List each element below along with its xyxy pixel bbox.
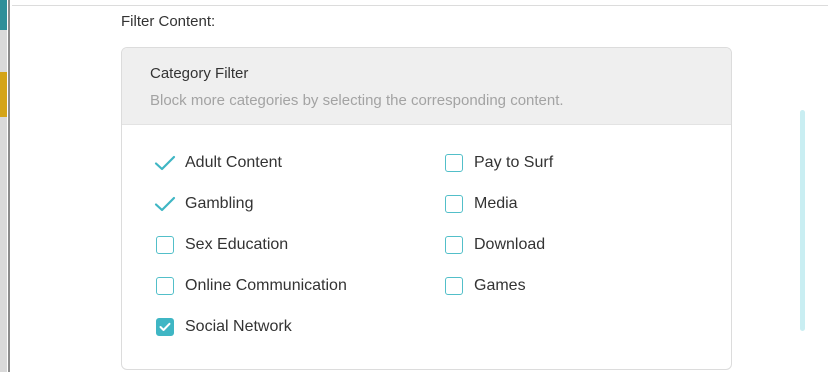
option-adult-content[interactable]: Adult Content	[154, 152, 282, 174]
option-sex-education[interactable]: Sex Education	[156, 234, 288, 256]
checkmark-icon	[154, 154, 176, 172]
option-pay-to-surf[interactable]: Pay to Surf	[445, 152, 553, 174]
checkbox-unchecked[interactable]	[156, 236, 174, 254]
checkbox-unchecked[interactable]	[156, 277, 174, 295]
checkbox-unchecked[interactable]	[445, 236, 463, 254]
left-edge-line	[8, 0, 10, 372]
option-label: Games	[474, 277, 526, 294]
option-download[interactable]: Download	[445, 234, 545, 256]
filter-content-label: Filter Content:	[121, 13, 216, 30]
option-label: Online Communication	[185, 277, 347, 294]
category-filter-header: Category Filter Block more categories by…	[122, 48, 731, 125]
left-strip-gray-segment-lower	[0, 117, 7, 372]
option-social-network[interactable]: Social Network	[156, 316, 292, 338]
scrollbar[interactable]	[800, 110, 805, 331]
category-filter-description: Block more categories by selecting the c…	[150, 92, 564, 109]
option-label: Media	[474, 195, 518, 212]
checkbox-checked[interactable]	[156, 318, 174, 336]
option-label: Download	[474, 236, 546, 253]
option-label: Social Network	[185, 318, 292, 335]
option-label: Sex Education	[185, 236, 289, 253]
option-games[interactable]: Games	[445, 275, 526, 297]
left-strip-teal-segment	[0, 0, 7, 30]
left-strip-gray-segment	[0, 30, 7, 72]
option-online-communication[interactable]: Online Communication	[156, 275, 347, 297]
checkbox-unchecked[interactable]	[445, 277, 463, 295]
option-label: Pay to Surf	[474, 154, 554, 171]
category-filter-panel: Category Filter Block more categories by…	[121, 47, 732, 370]
checkmark-icon	[154, 195, 176, 213]
option-media[interactable]: Media	[445, 193, 518, 215]
checkbox-unchecked[interactable]	[445, 195, 463, 213]
option-label: Adult Content	[185, 154, 282, 171]
top-divider	[12, 5, 828, 6]
option-label: Gambling	[185, 195, 254, 212]
option-gambling[interactable]: Gambling	[154, 193, 253, 215]
page: Filter Content: Category Filter Block mo…	[0, 0, 828, 372]
left-accent-strip	[0, 0, 11, 372]
category-filter-title: Category Filter	[150, 65, 249, 82]
checkbox-check-icon	[159, 322, 171, 331]
left-strip-gold-segment	[0, 72, 7, 117]
checkbox-unchecked[interactable]	[445, 154, 463, 172]
